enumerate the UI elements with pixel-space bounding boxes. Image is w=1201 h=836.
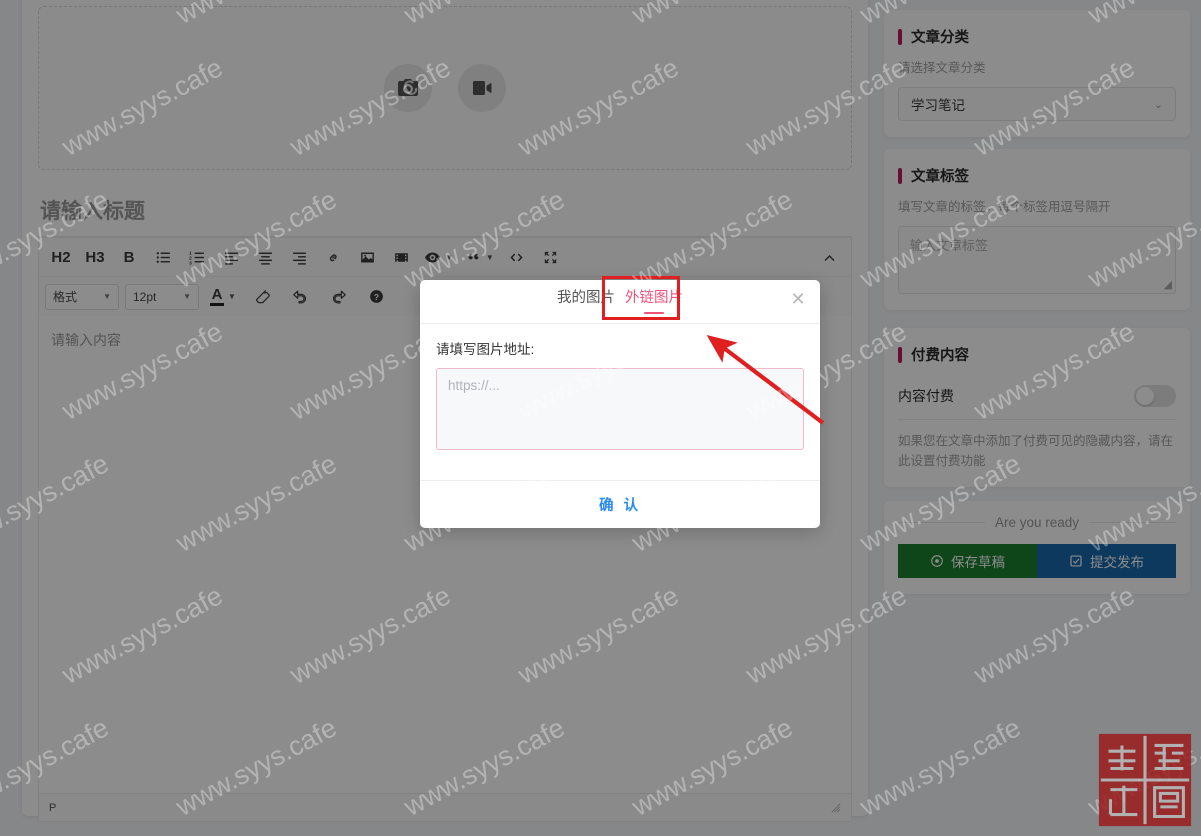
dialog-body: 请填写图片地址:	[420, 324, 820, 480]
dialog-tabs: 我的图片 外链图片	[557, 286, 683, 317]
tab-my-images-label: 我的图片	[557, 290, 615, 306]
insert-image-dialog: 我的图片 外链图片 ✕ 请填写图片地址: 确 认	[420, 276, 820, 528]
tab-my-images[interactable]: 我的图片	[557, 286, 615, 310]
confirm-button[interactable]: 确 认	[599, 494, 641, 515]
dialog-footer: 确 认	[420, 480, 820, 528]
dialog-header: 我的图片 外链图片 ✕	[420, 280, 820, 324]
tab-external-image[interactable]: 外链图片	[625, 286, 683, 317]
tab-external-image-label: 外链图片	[625, 290, 683, 306]
active-tab-underline	[644, 312, 664, 314]
image-url-input[interactable]	[436, 368, 804, 450]
close-icon[interactable]: ✕	[788, 289, 808, 309]
url-field-label: 请填写图片地址:	[436, 342, 535, 357]
